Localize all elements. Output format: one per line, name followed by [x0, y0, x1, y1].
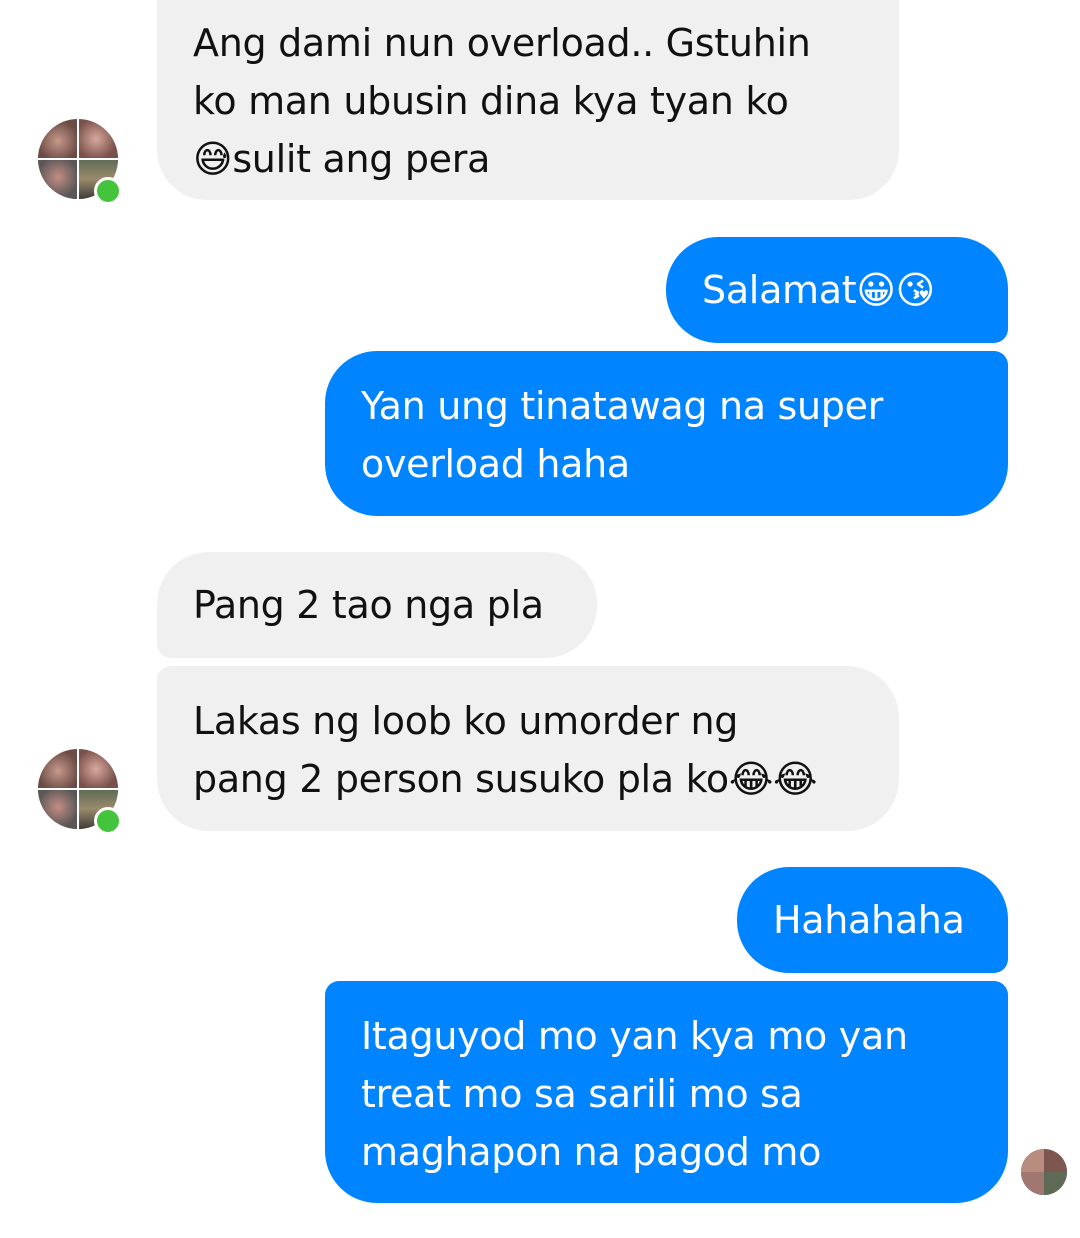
online-status-icon — [94, 177, 122, 205]
message-bubble-incoming[interactable]: Ang dami nun overload.. Gstuhin ko man u… — [157, 0, 899, 200]
message-bubble-outgoing[interactable]: Itaguyod mo yan kya mo yan treat mo sa s… — [325, 981, 1008, 1203]
online-status-icon — [94, 807, 122, 835]
message-bubble-outgoing[interactable]: Salamat😀😘 — [666, 237, 1008, 343]
message-bubble-outgoing[interactable]: Hahahaha — [737, 867, 1008, 973]
message-bubble-incoming[interactable]: Lakas ng loob ko umorder ng pang 2 perso… — [157, 666, 899, 831]
message-bubble-outgoing[interactable]: Yan ung tinatawag na super overload haha — [325, 351, 1008, 516]
message-bubble-incoming[interactable]: Pang 2 tao nga pla — [157, 552, 597, 658]
seen-avatar-icon — [1021, 1149, 1067, 1195]
